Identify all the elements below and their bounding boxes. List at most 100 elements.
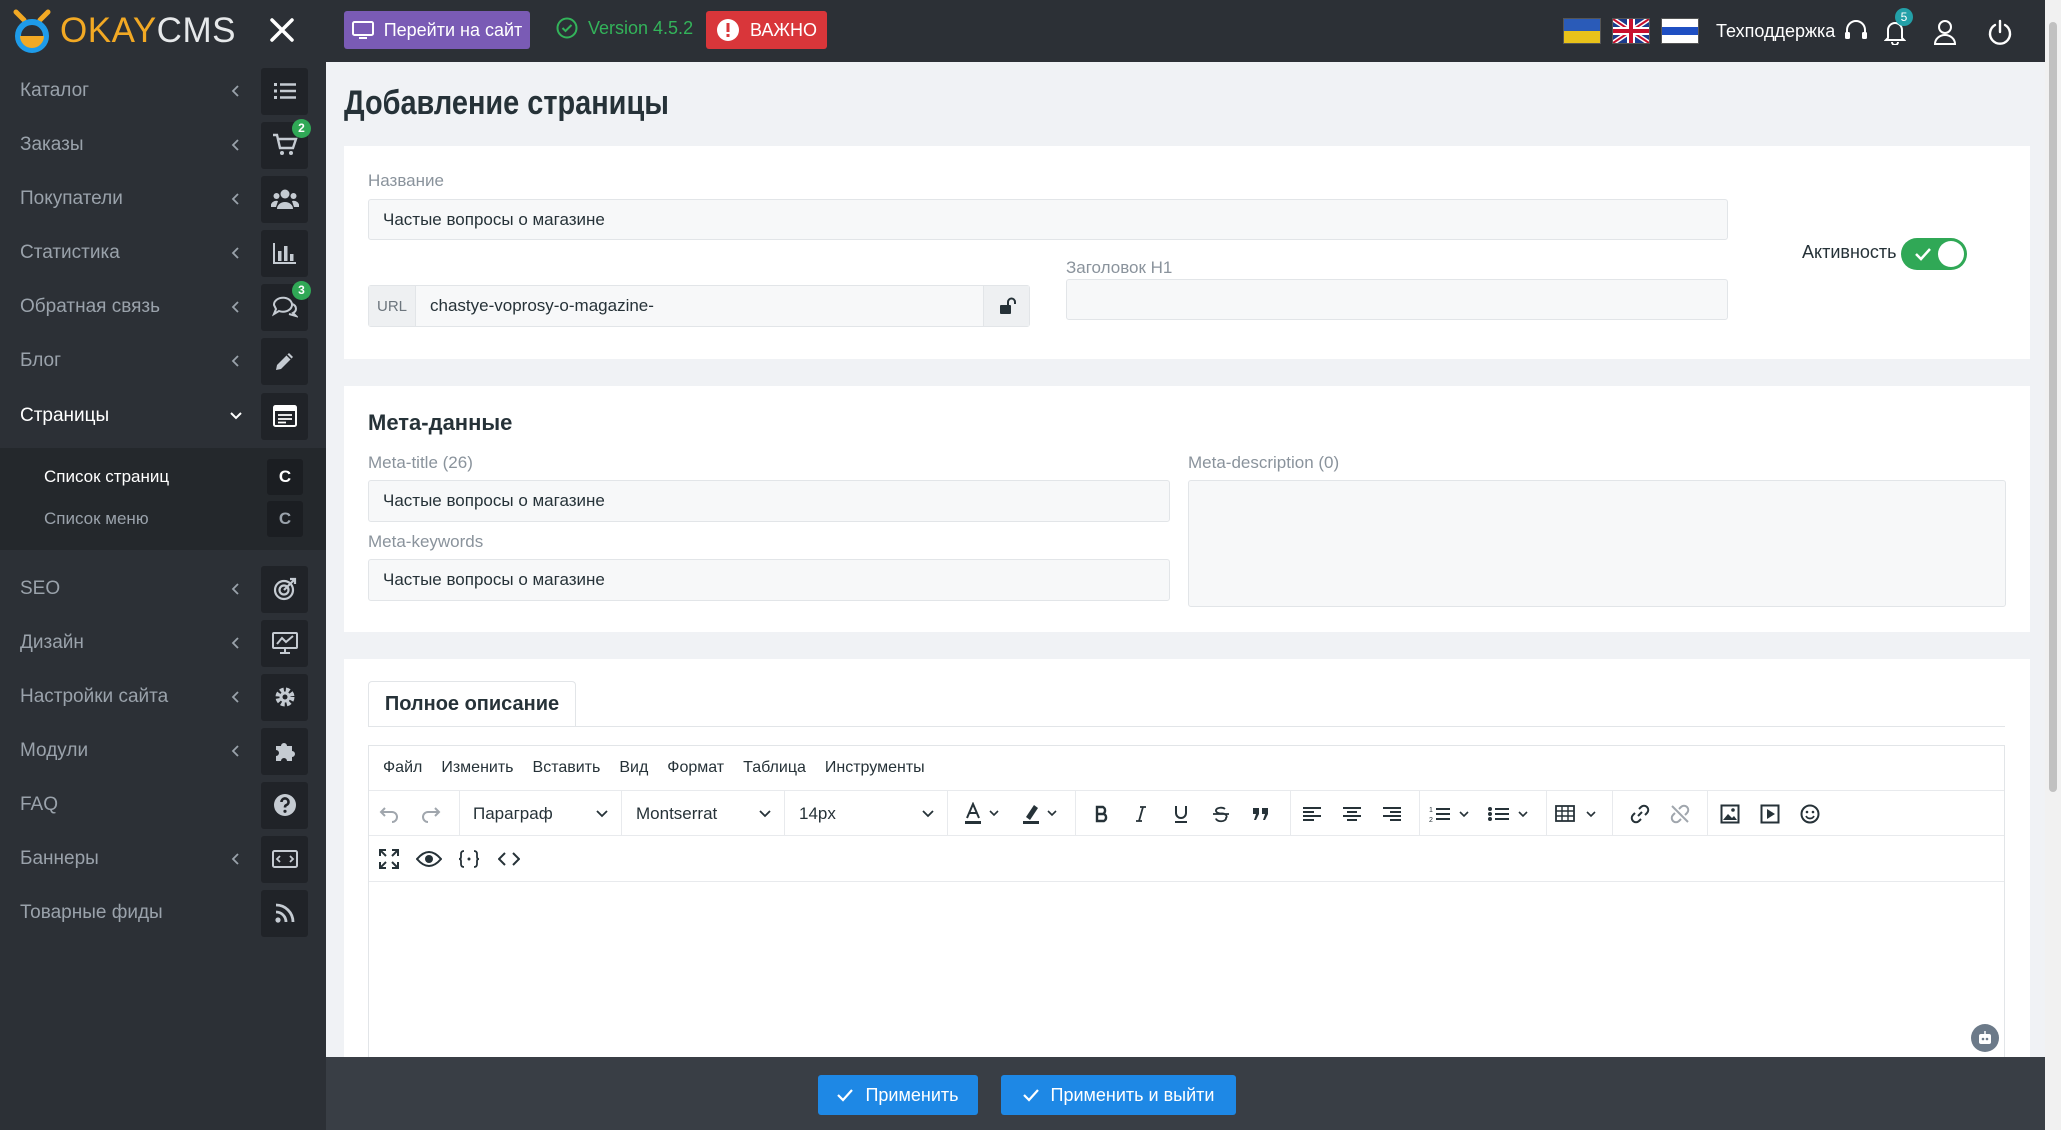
text-color-button[interactable] bbox=[961, 800, 1007, 828]
action-footer: Применить Применить и выйти bbox=[326, 1057, 2053, 1130]
align-right-icon bbox=[1383, 807, 1401, 821]
menu-table[interactable]: Таблица bbox=[743, 759, 806, 777]
undo-button[interactable] bbox=[374, 800, 404, 828]
scroll-thumb[interactable] bbox=[2049, 22, 2057, 792]
bullet-list-icon bbox=[1488, 807, 1528, 821]
editor-assistant-button[interactable] bbox=[1971, 1024, 1999, 1052]
tab-full-description[interactable]: Полное описание bbox=[368, 681, 576, 727]
url-lock-button[interactable] bbox=[983, 286, 1029, 326]
activity-toggle[interactable] bbox=[1901, 238, 1967, 270]
source-code-button[interactable] bbox=[494, 845, 524, 873]
important-button[interactable]: ВАЖНО bbox=[706, 11, 827, 49]
sidebar-item-6[interactable]: Блог bbox=[0, 334, 326, 388]
align-left-button[interactable] bbox=[1297, 800, 1327, 828]
support-label: Техподдержка bbox=[1716, 20, 1836, 41]
table-button[interactable] bbox=[1555, 800, 1603, 828]
menu-edit[interactable]: Изменить bbox=[441, 759, 513, 777]
apply-label: Применить bbox=[865, 1084, 959, 1105]
sidebar-item-label: Настройки сайта bbox=[20, 686, 169, 707]
sidebar-item-12[interactable]: FAQ bbox=[0, 778, 326, 832]
insert-image-button[interactable] bbox=[1715, 800, 1745, 828]
count-badge: 2 bbox=[292, 118, 311, 138]
subnav-item-page-list[interactable]: Список страниц C bbox=[0, 456, 326, 498]
sidebar-item-8[interactable]: SEO bbox=[0, 562, 326, 616]
bullet-list-button[interactable] bbox=[1487, 800, 1535, 828]
numbered-list-button[interactable]: 12 bbox=[1428, 800, 1476, 828]
sidebar-item-2[interactable]: Заказы 2 bbox=[0, 118, 326, 172]
font-family-select[interactable]: Montserrat bbox=[622, 791, 785, 836]
url-input[interactable]: chastye-voprosy-o-magazine- bbox=[416, 286, 983, 326]
sidebar-item-9[interactable]: Дизайн bbox=[0, 616, 326, 670]
remove-link-button[interactable] bbox=[1665, 800, 1695, 828]
redo-button[interactable] bbox=[416, 800, 446, 828]
sidebar: OKAYCMS Каталог Заказы 2 Покупатели Статисти… bbox=[0, 0, 326, 1130]
emoticons-button[interactable] bbox=[1795, 800, 1825, 828]
sidebar-item-10[interactable]: Настройки сайта bbox=[0, 670, 326, 724]
apply-button[interactable]: Применить bbox=[818, 1075, 978, 1115]
chevron-left-icon bbox=[226, 741, 246, 761]
sidebar-item-1[interactable]: Каталог bbox=[0, 64, 326, 118]
sidebar-item-13[interactable]: Баннеры bbox=[0, 832, 326, 886]
insert-media-button[interactable] bbox=[1755, 800, 1785, 828]
check-icon bbox=[1022, 1089, 1039, 1102]
close-sidebar-icon[interactable] bbox=[266, 16, 298, 48]
menu-view[interactable]: Вид bbox=[619, 759, 648, 777]
sidebar-item-5[interactable]: Обратная связь 3 bbox=[0, 280, 326, 334]
sidebar-item-14[interactable]: Товарные фиды bbox=[0, 886, 326, 940]
menu-file[interactable]: Файл bbox=[383, 759, 422, 777]
name-input[interactable]: Частые вопросы о магазине bbox=[368, 199, 1728, 240]
block-format-select[interactable]: Параграф bbox=[459, 791, 622, 836]
unlock-icon bbox=[999, 297, 1016, 314]
sidebar-item-11[interactable]: Модули bbox=[0, 724, 326, 778]
chevron-left-icon bbox=[226, 849, 246, 869]
subnav-item-menu-list[interactable]: Список меню C bbox=[0, 498, 326, 540]
sidebar-item-4[interactable]: Статистика bbox=[0, 226, 326, 280]
italic-button[interactable] bbox=[1126, 800, 1156, 828]
bold-button[interactable] bbox=[1087, 800, 1117, 828]
subnav-label: Список страниц bbox=[44, 467, 170, 486]
version-info[interactable]: Version 4.5.2 bbox=[556, 17, 693, 39]
highlight-color-button[interactable] bbox=[1019, 800, 1065, 828]
menu-insert[interactable]: Вставить bbox=[533, 759, 601, 777]
template-code-button[interactable] bbox=[454, 845, 484, 873]
ru-flag-icon[interactable] bbox=[1661, 18, 1699, 44]
go-to-site-button[interactable]: Перейти на сайт bbox=[344, 11, 530, 49]
font-size-select[interactable]: 14px bbox=[785, 791, 948, 836]
menu-format[interactable]: Формат bbox=[667, 759, 724, 777]
meta-description-textarea[interactable] bbox=[1188, 480, 2006, 607]
h1-input[interactable] bbox=[1066, 279, 1728, 320]
blockquote-button[interactable] bbox=[1246, 800, 1276, 828]
sidebar-item-7[interactable]: Страницы bbox=[0, 389, 326, 443]
meta-keywords-input[interactable]: Частые вопросы о магазине bbox=[368, 559, 1170, 601]
fullscreen-button[interactable] bbox=[374, 845, 404, 873]
support-link[interactable]: Техподдержка bbox=[1716, 19, 1869, 43]
font-size-value: 14px bbox=[799, 803, 836, 823]
page-scrollbar[interactable] bbox=[2045, 0, 2061, 1130]
uk-flag-icon[interactable] bbox=[1611, 16, 1651, 46]
sidebar-item-label: Блог bbox=[20, 350, 62, 371]
go-to-site-label: Перейти на сайт bbox=[383, 19, 523, 40]
table-icon bbox=[1555, 805, 1596, 822]
notifications-button[interactable]: 5 bbox=[1881, 8, 1913, 46]
image-icon bbox=[1720, 804, 1740, 824]
menu-tools[interactable]: Инструменты bbox=[825, 759, 925, 777]
strikethrough-button[interactable] bbox=[1206, 800, 1236, 828]
preview-button[interactable] bbox=[414, 845, 444, 873]
ua-flag-icon[interactable] bbox=[1563, 18, 1601, 44]
apply-and-exit-button[interactable]: Применить и выйти bbox=[1001, 1075, 1236, 1115]
highlighter-icon bbox=[1023, 805, 1057, 824]
sidebar-item-3[interactable]: Покупатели bbox=[0, 172, 326, 226]
rich-text-editor: Файл Изменить Вставить Вид Формат Таблиц… bbox=[368, 745, 2005, 1065]
profile-button[interactable] bbox=[1931, 18, 1959, 46]
align-right-button[interactable] bbox=[1377, 800, 1407, 828]
align-center-button[interactable] bbox=[1337, 800, 1367, 828]
text-color-icon bbox=[965, 802, 999, 824]
logout-button[interactable] bbox=[1986, 18, 2014, 46]
underline-button[interactable] bbox=[1166, 800, 1196, 828]
insert-link-button[interactable] bbox=[1625, 800, 1655, 828]
meta-title-input[interactable]: Частые вопросы о магазине bbox=[368, 480, 1170, 522]
user-icon bbox=[1933, 20, 1957, 45]
target-icon bbox=[261, 565, 308, 613]
check-icon bbox=[837, 1089, 854, 1102]
count-badge: 3 bbox=[292, 280, 311, 300]
